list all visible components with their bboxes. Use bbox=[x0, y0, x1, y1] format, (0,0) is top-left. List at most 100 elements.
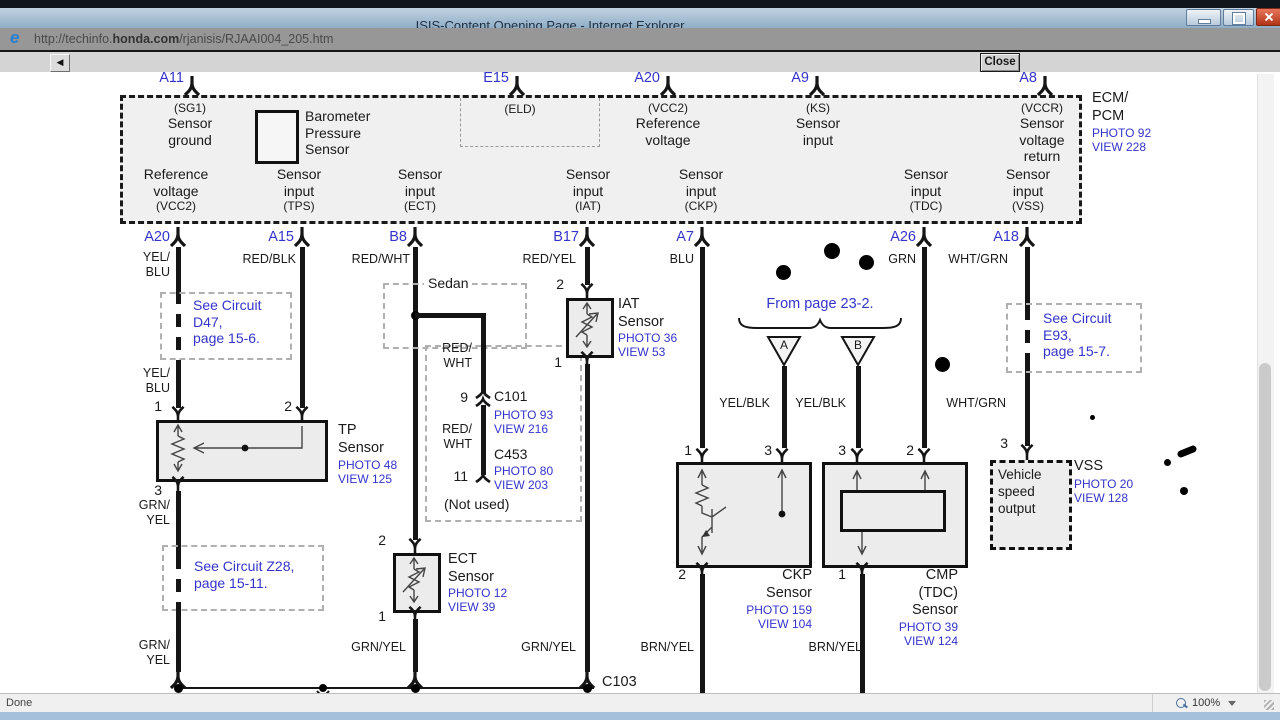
wire-blu bbox=[699, 247, 705, 448]
ks-label: (KS) Sensor input bbox=[795, 101, 841, 148]
cmp-view-link[interactable]: VIEW 124 bbox=[858, 634, 958, 648]
wire-color-label: GRN/YEL bbox=[521, 640, 576, 654]
wire-grn-yel bbox=[584, 364, 590, 672]
ecm-out-vss: Sensor input (VSS) bbox=[1005, 166, 1051, 213]
artifact-mark bbox=[1176, 444, 1198, 459]
ect-thermistor-symbol bbox=[402, 556, 426, 604]
status-bar bbox=[0, 693, 1280, 713]
ecm-pin-a9: A9 bbox=[791, 70, 809, 86]
c101-pin-9: 9 bbox=[460, 389, 468, 405]
wire-color-label: YEL/BLK bbox=[795, 396, 846, 410]
pin-connector-icon bbox=[1018, 444, 1036, 460]
ecm-title: ECM/ PCM bbox=[1092, 90, 1129, 124]
pin-connector-icon bbox=[508, 76, 526, 96]
vss-pin-3: 3 bbox=[1000, 435, 1008, 451]
url-text[interactable]: http://techinfo.honda.com/rjanisis/RJAAI… bbox=[34, 32, 333, 46]
tp-photo-link[interactable]: PHOTO 48 bbox=[338, 458, 397, 472]
vcc2-top-label: (VCC2) Reference voltage bbox=[635, 101, 701, 148]
zoom-level[interactable]: 100% bbox=[1192, 697, 1220, 709]
ckp-view-link[interactable]: VIEW 104 bbox=[712, 617, 812, 631]
pin-a26: A26 bbox=[890, 229, 916, 245]
see-circuit-z28: See Circuit Z28, page 15-11. bbox=[194, 558, 295, 591]
title-bar: ISIS-Content Opening Page - Internet Exp… bbox=[0, 8, 1280, 33]
from-page-note: From page 23-2. bbox=[766, 296, 874, 312]
iat-pin-1: 1 bbox=[554, 354, 562, 370]
artifact-dot bbox=[1163, 458, 1171, 466]
tp-view-link[interactable]: VIEW 125 bbox=[338, 472, 392, 486]
tp-potentiometer-symbol bbox=[170, 423, 303, 473]
ecm-out-tdc: Sensor input (TDC) bbox=[903, 166, 949, 213]
triangle-b-label: B bbox=[853, 338, 862, 352]
wire-color-label: BLU bbox=[669, 252, 694, 266]
pin-connector-icon bbox=[169, 227, 187, 247]
vss-view-link[interactable]: VIEW 128 bbox=[1074, 491, 1128, 505]
iat-view-link[interactable]: VIEW 53 bbox=[618, 345, 665, 359]
artifact-dot bbox=[1089, 414, 1095, 420]
c453-photo-link[interactable]: PHOTO 80 bbox=[494, 464, 553, 478]
cmp-photo-link[interactable]: PHOTO 39 bbox=[858, 620, 958, 634]
wire-end-connector-icon bbox=[474, 474, 492, 483]
pin-connector-icon bbox=[915, 227, 933, 247]
close-window-button[interactable] bbox=[1256, 8, 1280, 26]
pin-connector-icon bbox=[578, 283, 596, 299]
pin-connector-icon bbox=[1036, 76, 1054, 96]
vss-photo-link[interactable]: PHOTO 20 bbox=[1074, 477, 1133, 491]
wire-red-blk bbox=[299, 247, 305, 408]
wire-wht-grn bbox=[1024, 366, 1030, 446]
pin-connector-icon bbox=[183, 76, 201, 96]
pin-connector-icon bbox=[808, 76, 826, 96]
junction-dot bbox=[173, 683, 183, 693]
wire-color-label: GRN bbox=[888, 252, 916, 266]
statusbar-divider bbox=[1152, 694, 1153, 712]
eld-label: (ELD) bbox=[504, 102, 536, 116]
zoom-caret-icon[interactable] bbox=[1228, 701, 1236, 706]
iat-thermistor-symbol bbox=[575, 301, 599, 349]
back-button[interactable]: ◀ bbox=[50, 54, 70, 72]
tp-pin-1: 1 bbox=[154, 398, 162, 414]
pin-a15: A15 bbox=[268, 229, 294, 245]
cmp-sensor-label: CMP (TDC) Sensor bbox=[912, 567, 958, 618]
pin-a7: A7 bbox=[676, 229, 694, 245]
c101-view-link[interactable]: VIEW 216 bbox=[494, 422, 548, 436]
ecm-out-tps: Sensor input (TPS) bbox=[276, 166, 322, 213]
minimize-button[interactable] bbox=[1186, 9, 1221, 26]
maximize-button[interactable] bbox=[1223, 9, 1254, 26]
wire-grn-yel-dashed bbox=[175, 556, 181, 602]
ckp-pin-2: 2 bbox=[678, 566, 686, 582]
branch-wire bbox=[415, 313, 485, 318]
c453-pin-11: 11 bbox=[453, 468, 468, 484]
ect-view-link[interactable]: VIEW 39 bbox=[448, 600, 495, 614]
cmp-inner-box bbox=[840, 490, 946, 532]
sedan-label: Sedan bbox=[424, 275, 473, 292]
ecm-pin-a11: A11 bbox=[159, 70, 184, 86]
ecm-out-iat: Sensor input (IAT) bbox=[565, 166, 611, 213]
artifact-dot bbox=[1180, 487, 1188, 495]
wire-color-label: WHT/GRN bbox=[946, 396, 1006, 410]
wire-color-label: RED/ WHT bbox=[442, 341, 472, 370]
c101-label: C101 bbox=[494, 388, 528, 404]
pin-connector-icon bbox=[406, 227, 424, 247]
ecm-pin-a20-top: A20 bbox=[634, 70, 660, 86]
vss-label: VSS bbox=[1074, 458, 1104, 474]
junction-dot bbox=[582, 683, 592, 693]
wire-color-label: GRN/ YEL bbox=[138, 638, 170, 667]
c453-label: C453 bbox=[494, 446, 528, 462]
ect-pin-1: 1 bbox=[378, 608, 386, 624]
c453-view-link[interactable]: VIEW 203 bbox=[494, 478, 548, 492]
c101-photo-link[interactable]: PHOTO 93 bbox=[494, 408, 553, 422]
iat-photo-link[interactable]: PHOTO 36 bbox=[618, 331, 677, 345]
ect-photo-link[interactable]: PHOTO 12 bbox=[448, 586, 507, 600]
scrollbar-thumb[interactable] bbox=[1259, 363, 1271, 691]
ckp-photo-link[interactable]: PHOTO 159 bbox=[712, 603, 812, 617]
ecm-photo-link[interactable]: PHOTO 92 bbox=[1092, 126, 1151, 140]
iat-pin-2: 2 bbox=[556, 276, 564, 292]
wire-color-label: WHT/GRN bbox=[948, 252, 1008, 266]
wire-brn-yel bbox=[699, 574, 705, 693]
vss-box-label: Vehicle speed output bbox=[998, 467, 1042, 516]
cmp-pin-3: 3 bbox=[838, 442, 846, 458]
ecm-view-link[interactable]: VIEW 228 bbox=[1092, 140, 1146, 154]
branch-wire-red-wht bbox=[480, 405, 486, 475]
tp-sensor-label: TP Sensor bbox=[338, 422, 384, 456]
pin-connector-icon bbox=[693, 227, 711, 247]
pin-b17: B17 bbox=[553, 229, 579, 245]
